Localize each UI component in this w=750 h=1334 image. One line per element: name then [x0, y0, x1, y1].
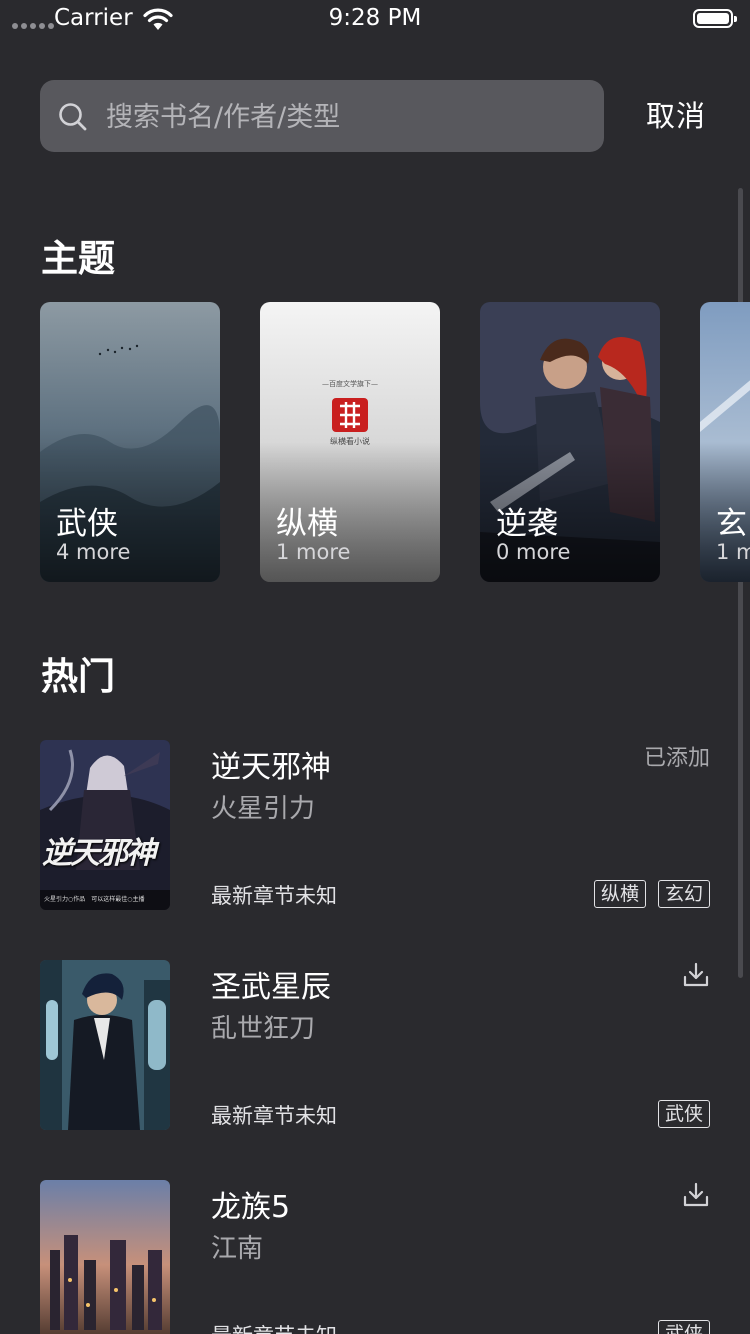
book-author: 江南 [211, 1234, 264, 1264]
topics-carousel[interactable]: 武侠 4 more —百度文学旗下— 纵横看小说 纵横 1 more [40, 302, 750, 582]
cover-caption: 火星引力○作品 可以这样最佳○主播 [44, 896, 145, 903]
download-icon[interactable] [682, 1181, 710, 1209]
topic-name: 纵横 [276, 506, 338, 542]
book-tags: 武侠 [657, 1320, 710, 1334]
status-time: 9:28 PM [328, 5, 422, 31]
topic-card-nixi[interactable]: 逆袭 0 more [480, 302, 660, 582]
topics-section-title: 主题 [41, 237, 115, 280]
genre-tag: 武侠 [657, 1320, 710, 1334]
book-author: 乱世狂刀 [211, 1014, 316, 1044]
book-row[interactable]: 逆天邪神 火星引力○作品 可以这样最佳○主播 逆天邪神 火星引力 已添加 最新章… [0, 740, 750, 920]
topic-count: 4 more [56, 540, 131, 564]
book-title: 圣武星辰 [211, 970, 331, 1005]
topic-count: 1 more [276, 540, 351, 564]
book-cover-image [40, 1180, 170, 1334]
topic-name: 武侠 [56, 506, 118, 542]
topic-count: 0 more [496, 540, 571, 564]
genre-tag: 纵横 [593, 880, 646, 908]
book-title: 逆天邪神 [211, 750, 331, 785]
topic-card-wuxia[interactable]: 武侠 4 more [40, 302, 220, 582]
topic-count: 1 m [716, 540, 750, 564]
topic-name: 玄 [716, 506, 747, 542]
latest-chapter: 最新章节未知 [211, 1104, 337, 1128]
hot-section-title: 热门 [41, 655, 115, 698]
book-author: 火星引力 [211, 794, 316, 824]
genre-tag: 玄幻 [657, 880, 710, 908]
search-icon [59, 103, 87, 131]
topic-card-xuan[interactable]: 玄 1 m [700, 302, 750, 582]
search-input[interactable] [104, 80, 588, 154]
book-title: 龙族5 [211, 1190, 291, 1225]
book-cover-image [40, 960, 170, 1130]
book-tags: 纵横 玄幻 [593, 880, 710, 908]
latest-chapter: 最新章节未知 [211, 884, 337, 908]
book-row[interactable]: 龙族5 江南 最新章节未知 武侠 [0, 1180, 750, 1334]
latest-chapter: 最新章节未知 [211, 1320, 337, 1334]
topic-card-zongheng[interactable]: —百度文学旗下— 纵横看小说 纵横 1 more [260, 302, 440, 582]
download-icon[interactable] [682, 961, 710, 989]
cover-caption: —百度文学旗下— [322, 380, 378, 388]
search-bar[interactable] [40, 80, 604, 154]
added-status-label[interactable]: 已添加 [644, 740, 710, 772]
genre-tag: 武侠 [657, 1100, 710, 1128]
search-screen: Carrier 9:28 PM 取消 主题 [0, 0, 750, 1334]
battery-icon [693, 9, 737, 28]
status-bar: Carrier 9:28 PM [0, 0, 750, 40]
book-row[interactable]: 圣武星辰 乱世狂刀 最新章节未知 武侠 [0, 960, 750, 1140]
cancel-button[interactable]: 取消 [646, 93, 706, 135]
book-cover-image: 逆天邪神 火星引力○作品 可以这样最佳○主播 [40, 740, 170, 910]
cover-title-text: 逆天邪神 [42, 836, 156, 871]
book-tags: 武侠 [657, 1100, 710, 1128]
topic-name: 逆袭 [496, 506, 558, 542]
